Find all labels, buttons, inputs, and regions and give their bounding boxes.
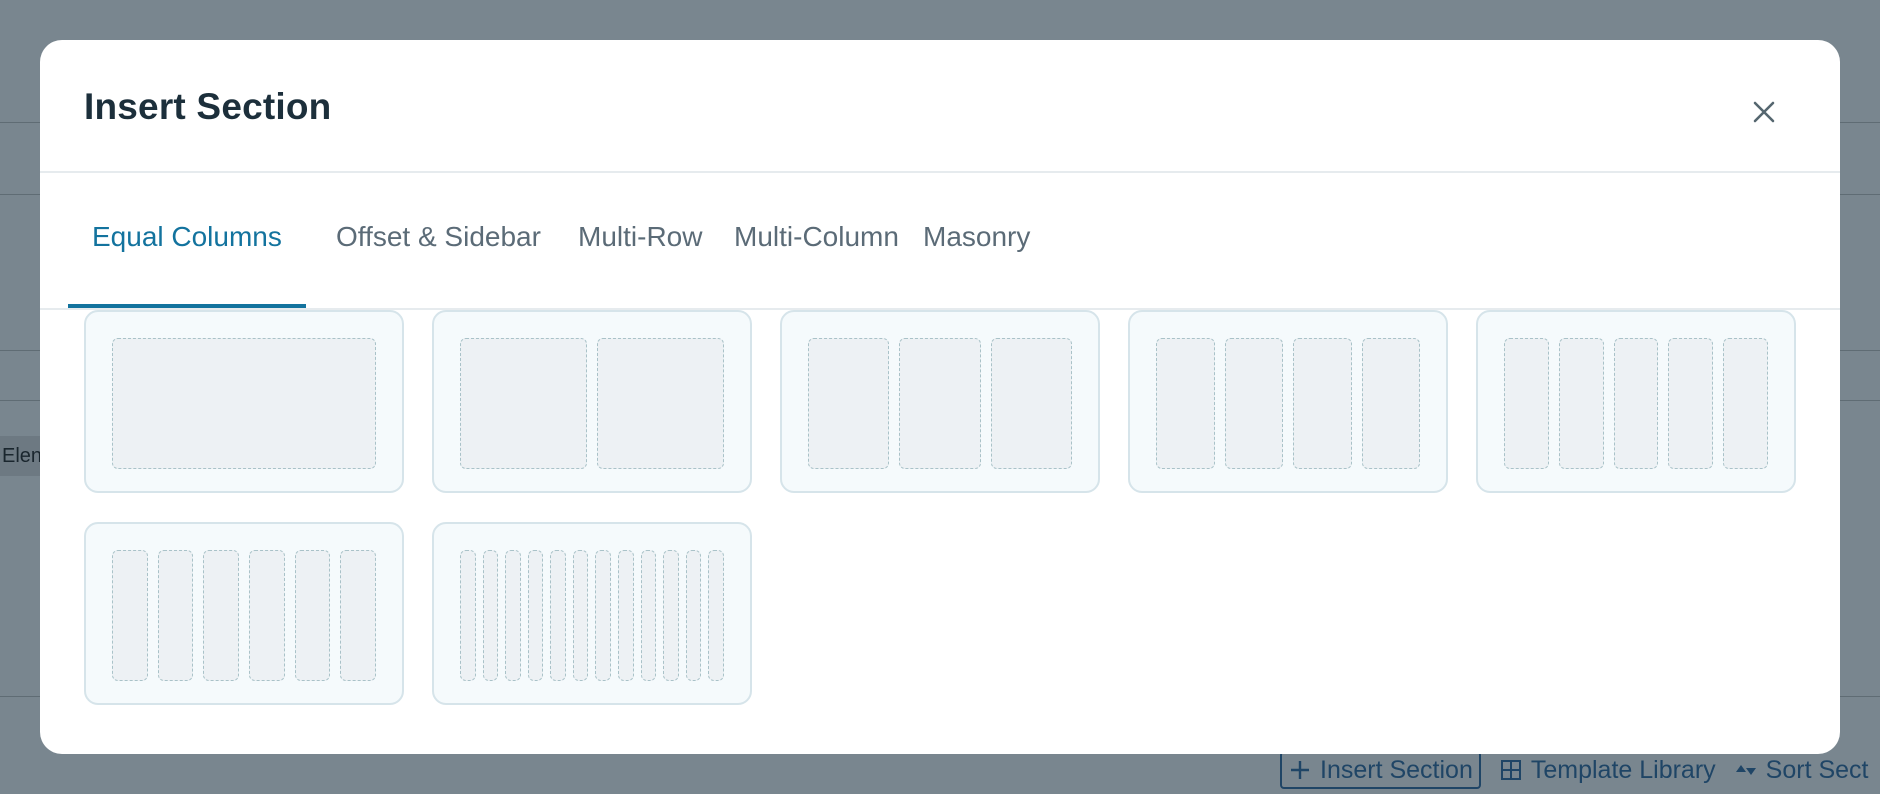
tab-multi-column[interactable]: Multi-Column bbox=[710, 173, 923, 308]
column-placeholder bbox=[157, 550, 194, 681]
column-placeholder bbox=[1558, 338, 1604, 469]
column-preview bbox=[1156, 338, 1420, 469]
close-icon bbox=[1752, 100, 1776, 129]
layout-option-6-columns[interactable] bbox=[84, 522, 404, 705]
layout-option-2-columns[interactable] bbox=[432, 310, 752, 493]
modal-header: Insert Section bbox=[40, 40, 1840, 173]
sort-sections-label: Sort Sect bbox=[1765, 755, 1869, 784]
insert-section-label: Insert Section bbox=[1320, 755, 1473, 784]
column-placeholder bbox=[112, 550, 148, 681]
insert-section-button[interactable]: Insert Section bbox=[1280, 751, 1481, 789]
layout-option-5-columns[interactable] bbox=[1476, 310, 1796, 493]
layout-option-4-columns[interactable] bbox=[1128, 310, 1448, 493]
column-placeholder bbox=[1504, 338, 1549, 469]
column-preview bbox=[1504, 338, 1768, 469]
column-placeholder bbox=[1613, 338, 1659, 469]
column-placeholder bbox=[340, 550, 377, 681]
column-placeholder bbox=[990, 338, 1072, 469]
sort-icon bbox=[1734, 758, 1758, 782]
column-placeholder bbox=[482, 550, 499, 681]
column-placeholder bbox=[685, 550, 702, 681]
column-placeholder bbox=[460, 550, 476, 681]
tab-offset-sidebar[interactable]: Offset & Sidebar bbox=[312, 173, 565, 308]
column-placeholder bbox=[597, 338, 724, 469]
column-placeholder bbox=[112, 338, 376, 469]
layout-option-3-columns[interactable] bbox=[780, 310, 1100, 493]
layout-option-1-column[interactable] bbox=[84, 310, 404, 493]
column-placeholder bbox=[572, 550, 589, 681]
column-placeholder bbox=[505, 550, 521, 681]
column-placeholder bbox=[899, 338, 981, 469]
column-placeholder bbox=[294, 550, 331, 681]
column-placeholder bbox=[663, 550, 679, 681]
column-placeholder bbox=[1293, 338, 1352, 469]
column-placeholder bbox=[527, 550, 544, 681]
tab-multi-row[interactable]: Multi-Row bbox=[554, 173, 726, 308]
column-placeholder bbox=[460, 338, 587, 469]
column-placeholder bbox=[808, 338, 890, 469]
column-placeholder bbox=[618, 550, 634, 681]
column-placeholder bbox=[203, 550, 240, 681]
close-button[interactable] bbox=[1742, 92, 1786, 136]
column-placeholder bbox=[640, 550, 657, 681]
insert-section-modal: Insert Section Equal Columns Offset & Si… bbox=[40, 40, 1840, 754]
column-preview bbox=[112, 338, 376, 469]
layout-tabs: Equal Columns Offset & Sidebar Multi-Row… bbox=[40, 173, 1840, 310]
column-preview bbox=[112, 550, 377, 681]
grid-icon bbox=[1499, 758, 1523, 782]
column-placeholder bbox=[1668, 338, 1714, 469]
template-library-button[interactable]: Template Library bbox=[1499, 751, 1716, 789]
tab-equal-columns[interactable]: Equal Columns bbox=[68, 173, 306, 308]
tab-masonry[interactable]: Masonry bbox=[899, 173, 1054, 308]
column-preview bbox=[808, 338, 1072, 469]
column-placeholder bbox=[249, 550, 285, 681]
sort-sections-button[interactable]: Sort Sect bbox=[1734, 751, 1869, 789]
modal-title: Insert Section bbox=[84, 86, 332, 127]
column-placeholder bbox=[595, 550, 612, 681]
plus-icon bbox=[1288, 758, 1312, 782]
background-element-label: Elen bbox=[0, 436, 42, 476]
section-toolbar: Insert Section Template Library Sort Sec… bbox=[1280, 750, 1869, 790]
column-placeholder bbox=[550, 550, 566, 681]
column-placeholder bbox=[1723, 338, 1768, 469]
column-preview bbox=[460, 550, 724, 681]
column-preview bbox=[460, 338, 724, 469]
layout-option-12-columns[interactable] bbox=[432, 522, 752, 705]
column-placeholder bbox=[1361, 338, 1420, 469]
template-library-label: Template Library bbox=[1530, 755, 1716, 784]
column-placeholder bbox=[1156, 338, 1215, 469]
column-placeholder bbox=[708, 550, 724, 681]
column-placeholder bbox=[1224, 338, 1283, 469]
